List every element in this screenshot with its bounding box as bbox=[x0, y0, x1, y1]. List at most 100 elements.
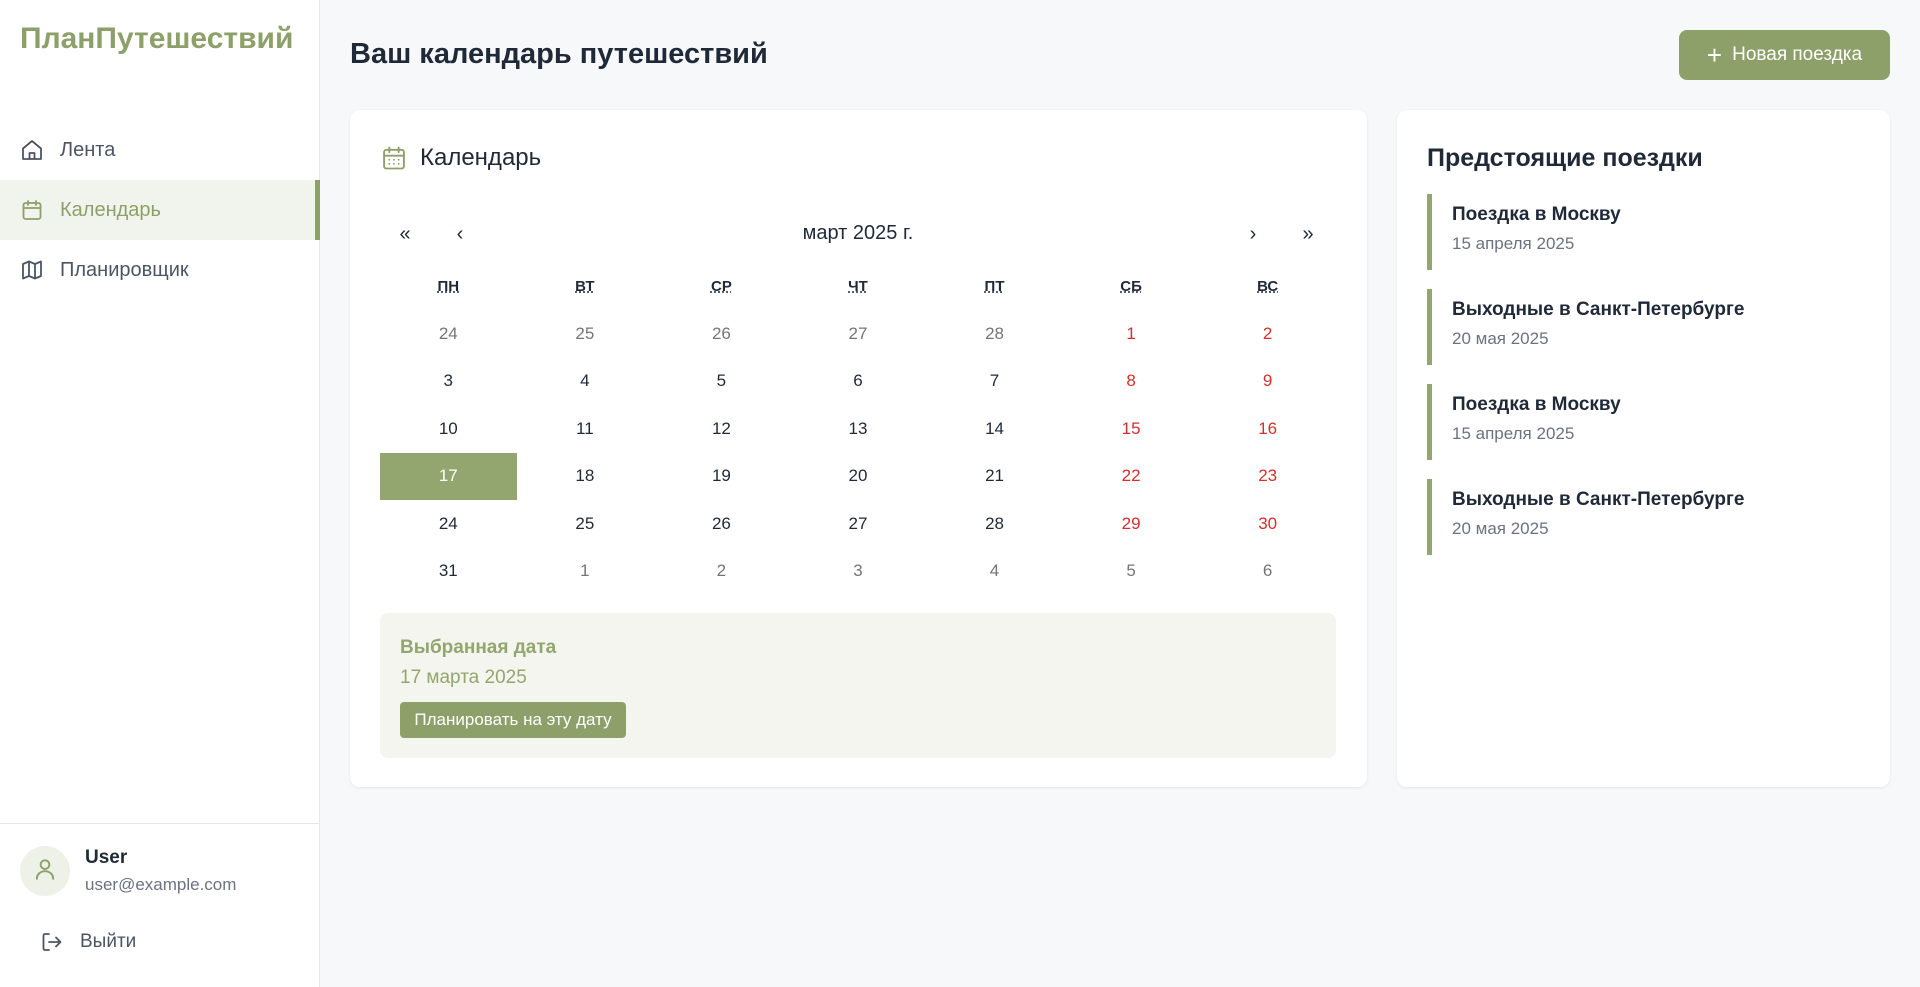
calendar-day[interactable]: 9 bbox=[1199, 358, 1336, 406]
calendar-day[interactable]: 29 bbox=[1063, 500, 1200, 548]
trip-name: Поездка в Москву bbox=[1452, 204, 1621, 225]
weekday-label: ВТ bbox=[575, 278, 595, 295]
calendar-week: 31 1 2 3 4 5 6 bbox=[380, 548, 1336, 596]
map-icon bbox=[20, 258, 44, 282]
weekday-label: ПН bbox=[437, 278, 460, 295]
month-label[interactable]: март 2025 г. bbox=[380, 222, 1336, 245]
calendar-day[interactable]: 5 bbox=[653, 358, 790, 406]
next-year-button[interactable]: » bbox=[1283, 210, 1333, 258]
calendar-day[interactable]: 11 bbox=[517, 405, 654, 453]
calendar-day[interactable]: 2 bbox=[1199, 310, 1336, 358]
calendar-day[interactable]: 27 bbox=[790, 310, 927, 358]
calendar-day[interactable]: 22 bbox=[1063, 453, 1200, 501]
calendar-week: 24 25 26 27 28 29 30 bbox=[380, 500, 1336, 548]
calendar-day[interactable]: 28 bbox=[926, 500, 1063, 548]
trip-name: Поездка в Москву bbox=[1452, 394, 1621, 415]
weekday-label: ВС bbox=[1257, 278, 1279, 295]
calendar-day[interactable]: 8 bbox=[1063, 358, 1200, 406]
sidebar-item-planner[interactable]: Планировщик bbox=[0, 240, 320, 300]
calendar-day[interactable]: 24 bbox=[380, 310, 517, 358]
calendar-header: Календарь bbox=[380, 144, 541, 172]
trip-item[interactable]: Выходные в Санкт-Петербурге 20 мая 2025 bbox=[1427, 479, 1867, 555]
trip-name: Выходные в Санкт-Петербурге bbox=[1452, 299, 1745, 320]
calendar-day[interactable]: 31 bbox=[380, 548, 517, 596]
calendar-day[interactable]: 25 bbox=[517, 500, 654, 548]
calendar-day[interactable]: 2 bbox=[653, 548, 790, 596]
trip-item[interactable]: Поездка в Москву 15 апреля 2025 bbox=[1427, 194, 1867, 270]
calendar-day[interactable]: 12 bbox=[653, 405, 790, 453]
calendar-day[interactable]: 6 bbox=[790, 358, 927, 406]
selected-date-value: 17 марта 2025 bbox=[400, 667, 527, 688]
logout-icon bbox=[40, 930, 64, 954]
calendar-day[interactable]: 3 bbox=[790, 548, 927, 596]
trip-item[interactable]: Поездка в Москву 15 апреля 2025 bbox=[1427, 384, 1867, 460]
calendar-day[interactable]: 5 bbox=[1063, 548, 1200, 596]
calendar-day[interactable]: 20 bbox=[790, 453, 927, 501]
calendar-icon bbox=[20, 198, 44, 222]
calendar-day[interactable]: 19 bbox=[653, 453, 790, 501]
sidebar: ПланПутешествий Лента Календарь Планиров… bbox=[0, 0, 320, 987]
calendar-day[interactable]: 28 bbox=[926, 310, 1063, 358]
trip-list: Поездка в Москву 15 апреля 2025 Выходные… bbox=[1427, 194, 1867, 574]
user-email: user@example.com bbox=[85, 875, 237, 894]
home-icon bbox=[20, 138, 44, 162]
weekday-label: ПТ bbox=[984, 278, 1005, 295]
weekday-label: ЧТ bbox=[848, 278, 868, 295]
calendar-icon bbox=[380, 144, 408, 172]
user-profile[interactable]: User user@example.com bbox=[20, 846, 236, 896]
calendar-day[interactable]: 1 bbox=[517, 548, 654, 596]
user-icon bbox=[32, 856, 58, 887]
calendar-day[interactable]: 13 bbox=[790, 405, 927, 453]
calendar-day[interactable]: 6 bbox=[1199, 548, 1336, 596]
selected-date-panel: Выбранная дата 17 марта 2025 Планировать… bbox=[380, 613, 1336, 758]
new-trip-button[interactable]: + Новая поездка bbox=[1679, 30, 1890, 80]
calendar-week: 3 4 5 6 7 8 9 bbox=[380, 358, 1336, 406]
calendar-day[interactable]: 3 bbox=[380, 358, 517, 406]
calendar-title: Календарь bbox=[420, 144, 542, 171]
weekday-label: СБ bbox=[1120, 278, 1142, 295]
calendar-day[interactable]: 7 bbox=[926, 358, 1063, 406]
logout-button[interactable]: Выйти bbox=[40, 930, 136, 954]
calendar-day[interactable]: 24 bbox=[380, 500, 517, 548]
avatar bbox=[20, 846, 70, 896]
new-trip-label: Новая поездка bbox=[1732, 44, 1863, 65]
calendar-day[interactable]: 14 bbox=[926, 405, 1063, 453]
calendar-day[interactable]: 16 bbox=[1199, 405, 1336, 453]
calendar-day[interactable]: 10 bbox=[380, 405, 517, 453]
sidebar-item-calendar[interactable]: Календарь bbox=[0, 180, 320, 240]
calendar-card: Календарь « ‹ март 2025 г. › » ПН ВТ СР … bbox=[350, 110, 1367, 787]
app-brand[interactable]: ПланПутешествий bbox=[20, 22, 293, 56]
calendar-day[interactable]: 23 bbox=[1199, 453, 1336, 501]
month-navigation: « ‹ март 2025 г. › » bbox=[380, 210, 1336, 258]
trip-date: 15 апреля 2025 bbox=[1452, 424, 1575, 443]
calendar-day[interactable]: 4 bbox=[926, 548, 1063, 596]
calendar-week: 24 25 26 27 28 1 2 bbox=[380, 310, 1336, 358]
selected-date-title: Выбранная дата bbox=[400, 637, 557, 658]
calendar-day-selected[interactable]: 17 bbox=[380, 452, 517, 500]
calendar-week: 10 11 12 13 14 15 16 bbox=[380, 405, 1336, 453]
plan-date-button[interactable]: Планировать на эту дату bbox=[400, 702, 626, 738]
weekday-label: СР bbox=[710, 278, 732, 295]
next-month-button[interactable]: › bbox=[1228, 210, 1278, 258]
trip-item[interactable]: Выходные в Санкт-Петербурге 20 мая 2025 bbox=[1427, 289, 1867, 365]
calendar-day[interactable]: 27 bbox=[790, 500, 927, 548]
calendar-day[interactable]: 1 bbox=[1063, 310, 1200, 358]
sidebar-nav: Лента Календарь Планировщик bbox=[0, 120, 320, 300]
upcoming-trips-title: Предстоящие поездки bbox=[1427, 144, 1703, 172]
trip-date: 15 апреля 2025 bbox=[1452, 234, 1575, 253]
trip-name: Выходные в Санкт-Петербурге bbox=[1452, 489, 1745, 510]
user-name: User bbox=[85, 847, 128, 868]
logout-label: Выйти bbox=[80, 931, 137, 952]
calendar-day[interactable]: 30 bbox=[1199, 500, 1336, 548]
calendar-day[interactable]: 15 bbox=[1063, 405, 1200, 453]
trip-date: 20 мая 2025 bbox=[1452, 519, 1549, 538]
calendar-day[interactable]: 26 bbox=[653, 310, 790, 358]
calendar-day[interactable]: 21 bbox=[926, 453, 1063, 501]
calendar-day[interactable]: 25 bbox=[517, 310, 654, 358]
calendar-day[interactable]: 18 bbox=[517, 453, 654, 501]
weekday-header: ПН ВТ СР ЧТ ПТ СБ ВС bbox=[380, 278, 1336, 308]
calendar-day[interactable]: 26 bbox=[653, 500, 790, 548]
sidebar-item-label: Календарь bbox=[60, 198, 161, 221]
sidebar-item-feed[interactable]: Лента bbox=[0, 120, 320, 180]
calendar-day[interactable]: 4 bbox=[517, 358, 654, 406]
